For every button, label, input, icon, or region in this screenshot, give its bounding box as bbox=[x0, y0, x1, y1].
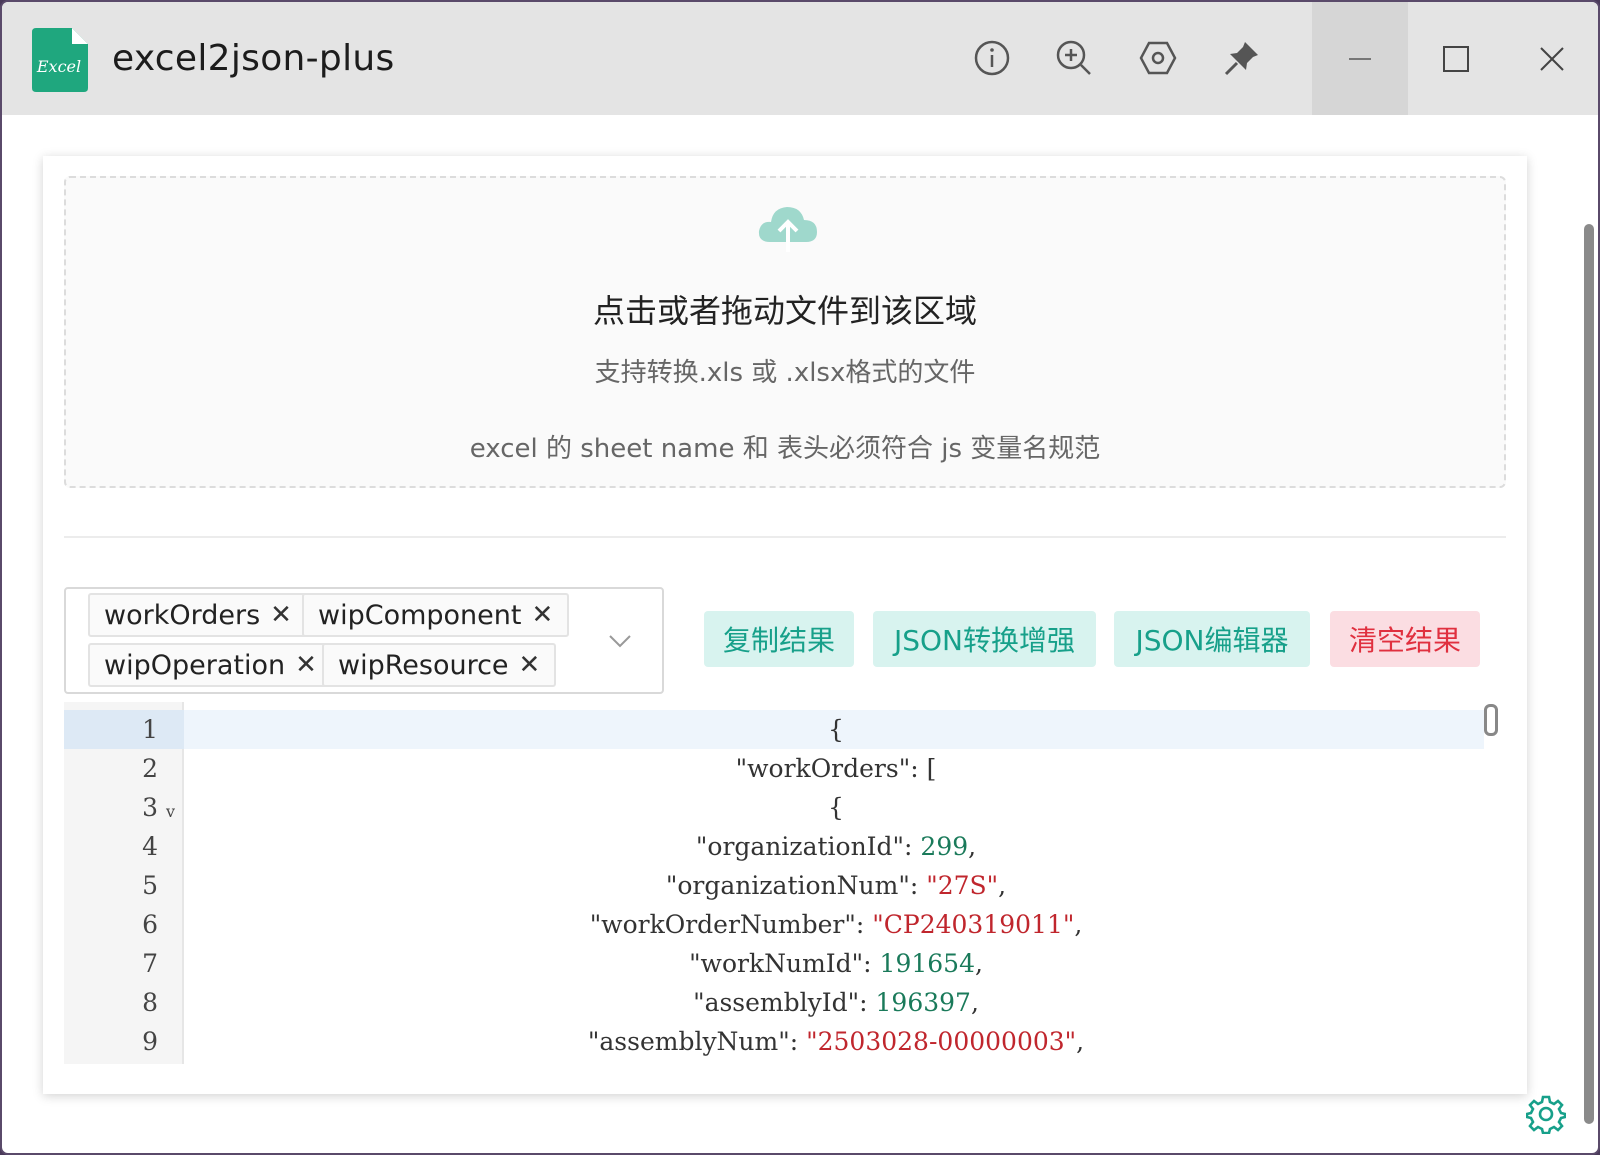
close-button[interactable] bbox=[1504, 2, 1598, 115]
json-enhance-button[interactable]: JSON转换增强 bbox=[873, 611, 1096, 667]
json-key: "organizationId" bbox=[695, 832, 905, 861]
settings-hex-icon[interactable] bbox=[1138, 38, 1178, 78]
window-scrollbar[interactable] bbox=[1584, 224, 1594, 1124]
json-colon: : bbox=[909, 871, 927, 900]
code-text: "organizationId": 299, bbox=[186, 827, 1486, 866]
json-code-editor[interactable]: 1{2 "workOrders": [3 v{4 "organizationId": … bbox=[64, 702, 1506, 1064]
maximize-button[interactable] bbox=[1408, 2, 1504, 115]
json-colon: : bbox=[863, 949, 880, 978]
code-text: "workNumId": 191654, bbox=[186, 944, 1486, 983]
json-value: "2503028-00000003" bbox=[806, 1027, 1077, 1056]
zoom-in-icon[interactable] bbox=[1054, 38, 1094, 78]
json-colon: : bbox=[855, 910, 873, 939]
close-icon[interactable]: ✕ bbox=[295, 650, 317, 680]
json-value: 191654 bbox=[879, 949, 975, 978]
json-punct: : [ bbox=[910, 754, 937, 783]
sheet-tag-label: wipComponent bbox=[318, 599, 522, 631]
close-icon[interactable]: ✕ bbox=[519, 650, 541, 680]
json-punct: , bbox=[1074, 910, 1083, 939]
code-text: "organizationNum": "27S", bbox=[186, 866, 1486, 905]
code-line: 8 "assemblyId": 196397, bbox=[64, 983, 1484, 1022]
json-colon: : bbox=[904, 832, 921, 861]
code-text: "workOrders": [ bbox=[186, 749, 1486, 788]
chevron-down-icon[interactable] bbox=[606, 627, 634, 655]
code-line: 4 "organizationId": 299, bbox=[64, 827, 1484, 866]
code-text: { bbox=[186, 710, 1486, 749]
close-icon[interactable]: ✕ bbox=[270, 600, 292, 630]
pin-icon[interactable] bbox=[1222, 38, 1262, 78]
json-punct: , bbox=[974, 949, 983, 978]
sheet-tag-label: wipResource bbox=[338, 649, 509, 681]
line-number: 6 bbox=[142, 910, 158, 939]
json-key: "workNumId" bbox=[689, 949, 864, 978]
json-key: "organizationNum" bbox=[665, 871, 910, 900]
code-line: 1{ bbox=[64, 710, 1484, 749]
divider bbox=[64, 536, 1506, 538]
dropzone-hint-naming: excel 的 sheet name 和 表头必须符合 js 变量名规范 bbox=[469, 434, 1101, 464]
logo-text: Excel bbox=[36, 57, 81, 76]
main-panel: 点击或者拖动文件到该区域 支持转换.xls 或 .xlsx格式的文件 excel… bbox=[43, 156, 1527, 1094]
json-colon: : bbox=[859, 988, 876, 1017]
line-number: 1 bbox=[142, 715, 158, 744]
sheet-tag-label: wipOperation bbox=[104, 649, 286, 681]
close-icon[interactable]: ✕ bbox=[531, 600, 553, 630]
code-text: "assemblyId": 196397, bbox=[186, 983, 1486, 1022]
json-punct: , bbox=[998, 871, 1007, 900]
code-text: { bbox=[186, 788, 1486, 827]
editor-scrollbar[interactable] bbox=[1484, 704, 1498, 736]
code-line: 7 "workNumId": 191654, bbox=[64, 944, 1484, 983]
json-value: 196397 bbox=[875, 988, 971, 1017]
info-icon[interactable] bbox=[972, 38, 1012, 78]
file-dropzone[interactable]: 点击或者拖动文件到该区域 支持转换.xls 或 .xlsx格式的文件 excel… bbox=[64, 176, 1506, 488]
json-key: "workOrderNumber" bbox=[589, 910, 856, 939]
app-window: Excel excel2json-plus 点击或者拖动文件到该区域 支持转换.… bbox=[0, 0, 1600, 1155]
copy-result-button[interactable]: 复制结果 bbox=[704, 611, 854, 667]
line-number: 5 bbox=[142, 871, 158, 900]
json-key: "assemblyId" bbox=[693, 988, 860, 1017]
sheet-multiselect[interactable]: workOrders ✕ wipComponent ✕ wipOperation… bbox=[64, 587, 664, 694]
json-value: "CP240319011" bbox=[872, 910, 1075, 939]
title-bar[interactable]: Excel excel2json-plus bbox=[2, 2, 1598, 115]
sheet-tag-label: workOrders bbox=[104, 599, 261, 631]
app-title: excel2json-plus bbox=[112, 38, 395, 79]
code-line-partial bbox=[64, 1055, 1484, 1064]
json-editor-button[interactable]: JSON编辑器 bbox=[1114, 611, 1310, 667]
fold-toggle-icon[interactable]: v bbox=[166, 792, 175, 831]
code-line: 5 "organizationNum": "27S", bbox=[64, 866, 1484, 905]
json-punct: { bbox=[828, 793, 844, 822]
minimize-icon bbox=[1349, 57, 1371, 60]
sheet-tag: wipResource ✕ bbox=[322, 643, 557, 687]
dropzone-title: 点击或者拖动文件到该区域 bbox=[592, 292, 977, 330]
json-key: "assemblyNum" bbox=[587, 1027, 790, 1056]
json-value: 299 bbox=[920, 832, 969, 861]
code-line: 3 v{ bbox=[64, 788, 1484, 827]
json-value: "27S" bbox=[926, 871, 999, 900]
json-punct: , bbox=[1076, 1027, 1085, 1056]
clear-result-button[interactable]: 清空结果 bbox=[1330, 611, 1480, 667]
line-number: 7 bbox=[142, 949, 158, 978]
json-colon: : bbox=[789, 1027, 807, 1056]
maximize-icon bbox=[1443, 45, 1469, 72]
code-text: "workOrderNumber": "CP240319011", bbox=[186, 905, 1486, 944]
line-number: 3 bbox=[142, 793, 158, 822]
json-key: "workOrders" bbox=[735, 754, 911, 783]
code-line: 6 "workOrderNumber": "CP240319011", bbox=[64, 905, 1484, 944]
minimize-button[interactable] bbox=[1312, 2, 1408, 115]
close-icon bbox=[1540, 46, 1564, 71]
sheet-tag: wipOperation ✕ bbox=[88, 643, 333, 687]
line-number: 2 bbox=[142, 754, 158, 783]
gear-icon[interactable] bbox=[1526, 1094, 1566, 1134]
json-punct: , bbox=[968, 832, 977, 861]
json-punct: { bbox=[828, 715, 844, 744]
sheet-tag: workOrders ✕ bbox=[88, 593, 308, 637]
dropzone-hint: 支持转换.xls 或 .xlsx格式的文件 bbox=[594, 358, 976, 388]
code-line: 2 "workOrders": [ bbox=[64, 749, 1484, 788]
line-number: 8 bbox=[142, 988, 158, 1017]
line-number: 4 bbox=[142, 832, 158, 861]
sheet-tag: wipComponent ✕ bbox=[302, 593, 570, 637]
excel-logo-icon: Excel bbox=[32, 28, 88, 92]
json-punct: , bbox=[970, 988, 979, 1017]
cloud-upload-icon bbox=[758, 207, 817, 252]
